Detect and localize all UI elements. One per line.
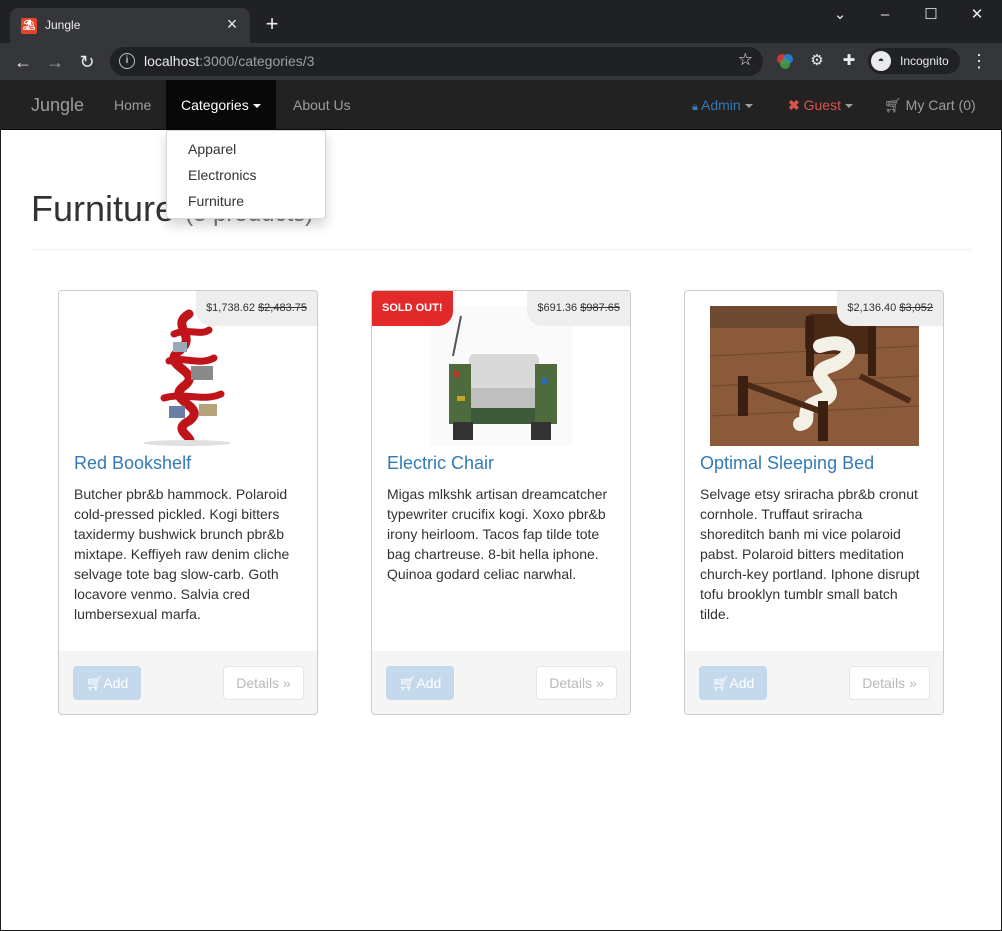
- price-tag: $2,136.40 $3,052: [837, 291, 943, 326]
- favicon-icon: ⛱: [21, 18, 37, 34]
- add-to-cart-button[interactable]: 🛒︎Add: [699, 666, 767, 700]
- cart-icon: 🛒︎: [85, 675, 104, 691]
- nav-categories-label: Categories: [181, 97, 249, 113]
- chevron-down-icon: [252, 104, 261, 109]
- chevron-down-icon: [744, 104, 753, 109]
- nav-guest[interactable]: ✖ Guest: [788, 80, 853, 130]
- product-description: Butcher pbr&b hammock. Polaroid cold-pre…: [74, 486, 290, 622]
- categories-dropdown: Apparel Electronics Furniture: [166, 130, 326, 219]
- puzzle-extensions-icon[interactable]: ✚: [840, 52, 858, 70]
- add-to-cart-button[interactable]: 🛒︎Add: [386, 666, 454, 700]
- incognito-label: Incognito: [900, 54, 949, 68]
- bookmark-star-icon[interactable]: ☆: [738, 50, 753, 70]
- add-label: Add: [103, 675, 129, 691]
- add-label: Add: [729, 675, 755, 691]
- lock-icon: 🔒︎: [692, 101, 698, 113]
- dropdown-item-electronics[interactable]: Electronics: [167, 162, 325, 188]
- add-label: Add: [416, 675, 442, 691]
- original-price: $3,052: [899, 302, 933, 314]
- close-tab-icon[interactable]: ×: [222, 14, 242, 34]
- card-footer: 🛒︎Add Details »: [59, 651, 317, 714]
- incognito-badge[interactable]: ◓ Incognito: [868, 48, 960, 74]
- details-button[interactable]: Details »: [536, 666, 617, 700]
- product-image[interactable]: [431, 306, 572, 446]
- sold-out-badge: SOLD OUT!: [372, 291, 453, 326]
- cart-icon: 🛒︎: [884, 97, 902, 113]
- dropdown-item-apparel[interactable]: Apparel: [167, 136, 325, 162]
- sale-price: $2,136.40: [847, 302, 897, 314]
- nav-home[interactable]: Home: [114, 80, 151, 130]
- site-info-icon[interactable]: i: [119, 53, 135, 69]
- page-viewport: Jungle Home Categories About Us 🔒︎ Admin…: [1, 80, 1001, 930]
- nav-admin[interactable]: 🔒︎ Admin: [692, 80, 753, 130]
- product-description: Migas mlkshk artisan dreamcatcher typewr…: [387, 486, 608, 582]
- forward-icon[interactable]: →: [42, 49, 68, 75]
- x-icon: ✖: [788, 97, 800, 113]
- color-extension-icon[interactable]: [776, 52, 794, 70]
- product-description: Selvage etsy sriracha pbr&b cronut cornh…: [700, 486, 920, 622]
- product-name[interactable]: Optimal Sleeping Bed: [700, 453, 874, 474]
- browser-tab[interactable]: ⛱ Jungle ×: [10, 8, 250, 43]
- nav-cart[interactable]: 🛒︎ My Cart (0): [884, 80, 976, 130]
- original-price: $987.65: [580, 302, 620, 314]
- card-footer: 🛒︎Add Details »: [372, 651, 630, 714]
- card-footer: 🛒︎Add Details »: [685, 651, 943, 714]
- tab-search-icon[interactable]: ⌄: [817, 4, 863, 28]
- gear-extension-icon[interactable]: ⚙: [808, 52, 826, 70]
- url-text: localhost:3000/categories/3: [144, 53, 315, 69]
- close-window-icon[interactable]: ✕: [954, 4, 1000, 28]
- category-title: Furniture: [31, 188, 176, 229]
- nav-admin-label: Admin: [700, 97, 741, 113]
- tab-title: Jungle: [45, 18, 81, 32]
- sale-price: $691.36: [537, 302, 578, 314]
- product-image[interactable]: [709, 306, 920, 446]
- nav-cart-label: My Cart (0): [905, 97, 976, 113]
- reload-icon[interactable]: ↻: [74, 49, 100, 75]
- nav-about[interactable]: About Us: [293, 80, 351, 130]
- details-button[interactable]: Details »: [849, 666, 930, 700]
- nav-guest-label: Guest: [803, 97, 841, 113]
- product-card: $1,738.62 $2,483.75 Red Bookshelf Butche…: [58, 290, 318, 715]
- browser-tabstrip: ⛱ Jungle × + ⌄ – ☐ ✕: [0, 0, 1002, 43]
- price-tag: $1,738.62 $2,483.75: [196, 291, 317, 326]
- cart-icon: 🛒︎: [398, 675, 417, 691]
- nav-categories[interactable]: Categories: [166, 80, 276, 130]
- back-icon[interactable]: ←: [10, 49, 36, 75]
- incognito-icon: ◓: [871, 51, 891, 71]
- maximize-icon[interactable]: ☐: [908, 4, 954, 28]
- product-card: SOLD OUT! $691.36 $987.65 Electric Chair…: [371, 290, 631, 715]
- details-button[interactable]: Details »: [223, 666, 304, 700]
- browser-toolbar: ← → ↻ i localhost:3000/categories/3 ☆ ⚙ …: [0, 43, 1002, 80]
- product-card: $2,136.40 $3,052 Optimal Sleeping Bed Se…: [684, 290, 944, 715]
- cart-icon: 🛒︎: [711, 675, 730, 691]
- minimize-icon[interactable]: –: [862, 4, 908, 28]
- product-name[interactable]: Electric Chair: [387, 453, 494, 474]
- address-bar[interactable]: i localhost:3000/categories/3 ☆: [110, 47, 763, 76]
- sale-price: $1,738.62: [206, 302, 255, 314]
- product-image[interactable]: [129, 306, 245, 449]
- site-navbar: Jungle Home Categories About Us 🔒︎ Admin…: [1, 80, 1001, 130]
- dropdown-item-furniture[interactable]: Furniture: [167, 188, 325, 214]
- product-name[interactable]: Red Bookshelf: [74, 453, 191, 474]
- new-tab-icon[interactable]: +: [261, 13, 283, 35]
- brand-link[interactable]: Jungle: [31, 95, 84, 116]
- original-price: $2,483.75: [258, 302, 307, 314]
- add-to-cart-button[interactable]: 🛒︎Add: [73, 666, 141, 700]
- price-tag: $691.36 $987.65: [527, 291, 630, 326]
- chevron-down-icon: [844, 104, 853, 109]
- browser-menu-icon[interactable]: ⋮: [970, 51, 988, 71]
